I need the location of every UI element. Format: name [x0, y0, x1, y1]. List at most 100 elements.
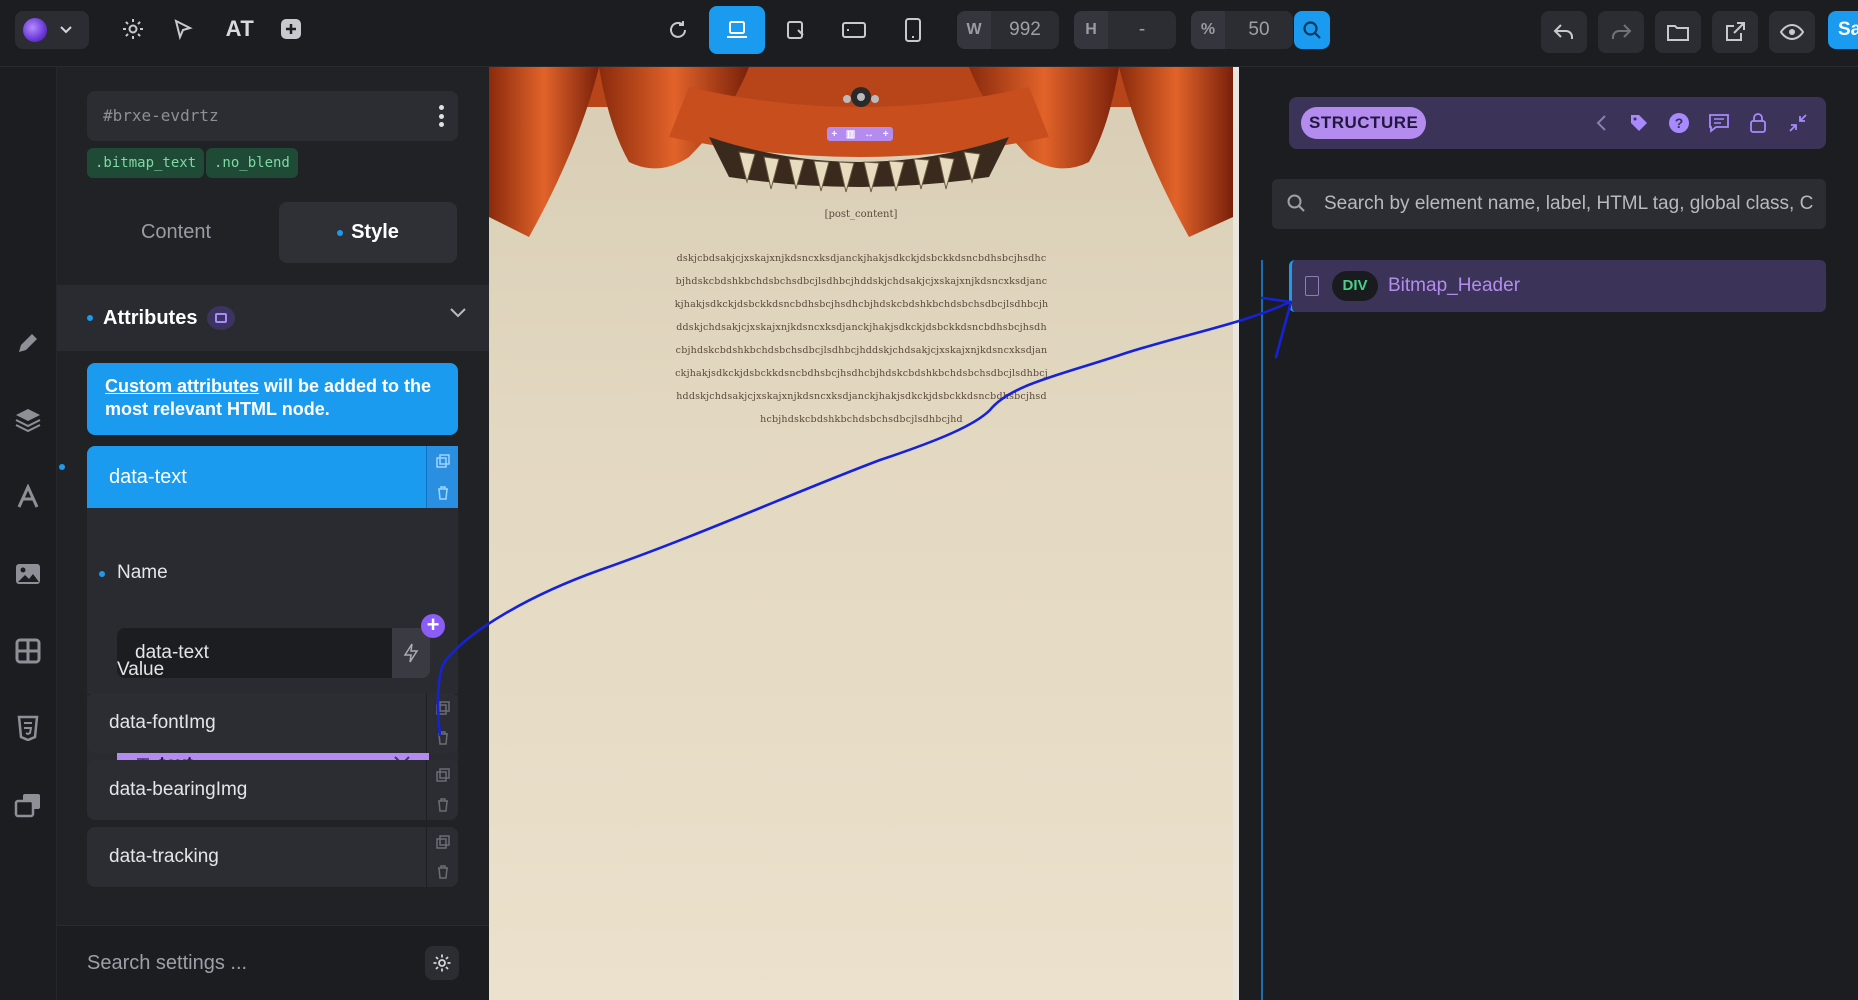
zoom-value[interactable]: 50: [1225, 19, 1293, 41]
attributes-section-header[interactable]: Attributes: [57, 285, 489, 351]
structure-item-label[interactable]: Bitmap_Header: [1388, 260, 1520, 312]
active-dot: [337, 229, 344, 236]
element-badge-icon: [207, 306, 236, 330]
attribute-row-data-text[interactable]: data-text: [87, 446, 458, 508]
preview-eye-icon[interactable]: [1769, 11, 1815, 53]
dynamic-data-icon[interactable]: [392, 628, 430, 678]
attribute-row-data-tracking[interactable]: data-tracking: [87, 827, 458, 887]
search-settings-input[interactable]: Search settings ...: [87, 926, 247, 1000]
trash-icon[interactable]: [436, 730, 450, 745]
external-link-icon[interactable]: [1712, 11, 1758, 53]
settings-search-footer: Search settings ...: [57, 925, 489, 1000]
attribute-row-data-fontimg[interactable]: data-fontImg: [87, 693, 458, 753]
attributes-title: Attributes: [103, 306, 198, 329]
templates-icon[interactable]: [12, 789, 44, 821]
chevron-down-icon[interactable]: [449, 307, 467, 319]
attribute-row-actions: [426, 693, 458, 753]
drop-indicator-line: [1261, 260, 1263, 1000]
structure-search-field[interactable]: Search by element name, label, HTML tag,…: [1272, 179, 1826, 229]
collapse-icon[interactable]: [1786, 111, 1810, 135]
trash-icon[interactable]: [436, 864, 450, 879]
help-icon[interactable]: ?: [1667, 111, 1691, 135]
attribute-row-label: data-bearingImg: [109, 779, 248, 800]
desktop-breakpoint-icon[interactable]: [709, 6, 765, 54]
trash-icon[interactable]: [436, 485, 450, 500]
height-value[interactable]: -: [1108, 19, 1176, 41]
add-icon[interactable]: +: [421, 614, 445, 638]
ai-text-button[interactable]: AT: [220, 14, 260, 44]
tab-style[interactable]: Style: [279, 202, 457, 263]
folder-icon[interactable]: [1655, 11, 1701, 53]
structure-panel: STRUCTURE ? Search by element name, labe…: [1239, 67, 1858, 1000]
tag-icon[interactable]: [1627, 111, 1651, 135]
width-field[interactable]: W 992: [957, 11, 1059, 49]
search-icon: [1287, 194, 1305, 212]
redo-icon[interactable]: [1598, 11, 1644, 53]
mobile-icon[interactable]: [885, 6, 941, 54]
attribute-row-actions: [426, 760, 458, 820]
duplicate-icon[interactable]: [435, 768, 450, 782]
attribute-editor: Name data-text + Value text: [87, 508, 458, 798]
name-label: Name: [117, 562, 168, 583]
grid-layout-icon[interactable]: [12, 635, 44, 667]
attribute-row-actions: [426, 827, 458, 887]
pencil-icon[interactable]: [12, 327, 44, 359]
canvas-preview[interactable]: + ▥ ↔ + [post_content] dskjcbdsakjcjxskajxn…: [489, 67, 1233, 1000]
custom-attributes-link[interactable]: Custom attributes: [105, 376, 259, 396]
undo-icon[interactable]: [1541, 11, 1587, 53]
zoom-field[interactable]: % 50: [1191, 11, 1293, 49]
post-content-placeholder: [post_content]: [824, 209, 898, 220]
save-button[interactable]: Sa: [1828, 11, 1858, 49]
width-value[interactable]: 992: [991, 19, 1059, 41]
class-chip-bitmap-text[interactable]: .bitmap_text: [87, 148, 205, 178]
left-icon-rail: [0, 67, 57, 1000]
attribute-row-data-bearingimg[interactable]: data-bearingImg: [87, 760, 458, 820]
comment-icon[interactable]: [1707, 111, 1731, 135]
cursor-select-icon[interactable]: [168, 14, 198, 44]
row-modified-dot: [59, 464, 65, 470]
more-options-icon[interactable]: [438, 105, 444, 127]
attribute-row-actions: [426, 446, 458, 508]
tablet-landscape-icon[interactable]: [768, 6, 824, 54]
tablet-portrait-icon[interactable]: [826, 6, 882, 54]
value-label: Value: [117, 659, 165, 680]
refresh-icon[interactable]: [650, 6, 706, 54]
html5-icon[interactable]: [12, 712, 44, 744]
tab-style-label: Style: [351, 221, 399, 243]
tab-content[interactable]: Content: [87, 202, 265, 263]
bitmap-text-content: dskjcbdsakjcjxskajxnjkdsncxksdjanckjhakj…: [674, 253, 1049, 425]
element-id-field[interactable]: #brxe-evdrtz: [87, 91, 458, 141]
element-settings-panel: #brxe-evdrtz .bitmap_text .no_blend Cont…: [57, 67, 489, 1000]
gear-icon[interactable]: [425, 946, 459, 980]
duplicate-icon[interactable]: [435, 835, 450, 849]
image-icon[interactable]: [12, 558, 44, 590]
add-element-icon[interactable]: [276, 14, 306, 44]
class-chip-no-blend[interactable]: .no_blend: [206, 148, 298, 178]
lock-icon[interactable]: [1746, 111, 1770, 135]
chevron-left-icon[interactable]: [1589, 111, 1613, 135]
zoom-search-icon[interactable]: [1294, 11, 1330, 49]
bricks-builder-app: AT W 992 H - % 50 Sa #brxe-evdrtz .bitma…: [0, 0, 1858, 1000]
attribute-row-label: data-text: [109, 466, 187, 488]
attribute-row-label: data-fontImg: [109, 712, 216, 733]
attribute-row-label: data-tracking: [109, 846, 219, 867]
zoom-label: %: [1191, 11, 1225, 49]
trash-icon[interactable]: [436, 797, 450, 812]
height-field[interactable]: H -: [1074, 11, 1176, 49]
app-menu-button[interactable]: [15, 11, 89, 49]
height-label: H: [1074, 11, 1108, 49]
html-tag-badge: DIV: [1332, 271, 1378, 301]
structure-header: STRUCTURE ?: [1289, 97, 1826, 149]
duplicate-icon[interactable]: [435, 701, 450, 715]
chevron-down-icon: [60, 26, 72, 34]
element-drag-handle[interactable]: + ▥ ↔ +: [827, 127, 893, 141]
element-checkbox[interactable]: [1305, 276, 1319, 296]
structure-search-input[interactable]: Search by element name, label, HTML tag,…: [1324, 179, 1814, 229]
svg-text:?: ?: [1675, 115, 1684, 131]
structure-tree-item[interactable]: DIV Bitmap_Header: [1289, 260, 1826, 312]
layers-icon[interactable]: [12, 403, 44, 435]
modified-dot: [87, 315, 93, 321]
settings-gear-icon[interactable]: [118, 14, 148, 44]
typography-icon[interactable]: [12, 481, 44, 513]
duplicate-icon[interactable]: [435, 454, 450, 468]
